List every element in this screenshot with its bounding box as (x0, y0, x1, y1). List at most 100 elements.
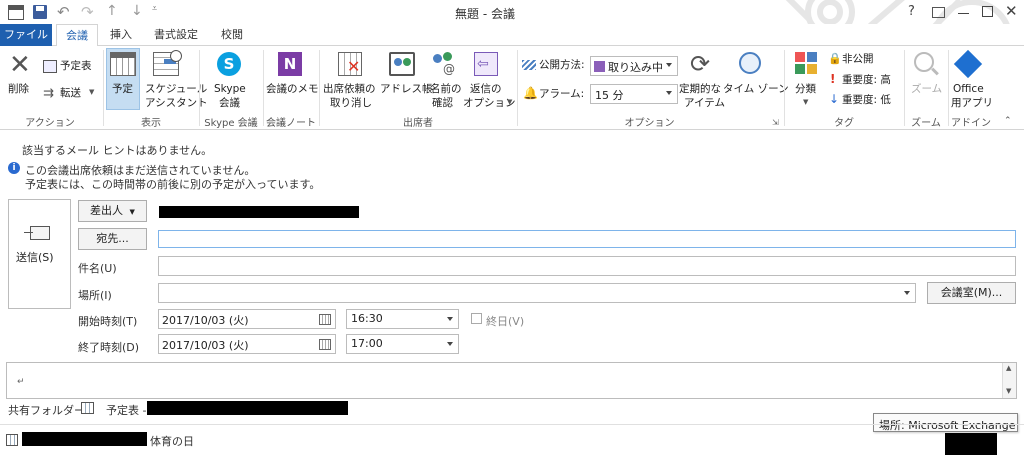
calendar-icon[interactable] (8, 5, 24, 20)
maximize-icon[interactable] (982, 6, 993, 17)
end-date-field[interactable]: 2017/10/03 (火) (158, 334, 336, 354)
calendar-icon (81, 402, 94, 414)
office-apps-label-2[interactable]: 用アプリ (951, 96, 993, 110)
tab-file[interactable]: ファイル (0, 24, 52, 46)
from-label: 差出人 (90, 204, 124, 217)
high-importance-button[interactable]: 重要度: 高 (842, 73, 891, 87)
redo-icon[interactable]: ↷ (81, 3, 94, 21)
calendar-search-icon[interactable] (43, 60, 57, 73)
onenote-icon[interactable]: N (278, 52, 302, 76)
tab-meeting[interactable]: 会議 (56, 24, 98, 47)
office-store-icon[interactable] (953, 49, 983, 79)
next-item-icon[interactable]: ↓ (131, 3, 143, 19)
scroll-down-icon[interactable]: ▼ (1006, 387, 1011, 395)
check-names-label-2[interactable]: 確認 (432, 96, 453, 110)
to-button[interactable]: 宛先... (78, 228, 147, 250)
send-label: 送信(S) (16, 251, 54, 264)
address-book-icon[interactable] (389, 52, 415, 76)
check-names-icon[interactable]: @ (431, 52, 457, 76)
start-time-field[interactable]: 16:30 (346, 309, 459, 329)
group-label-tags: タグ (834, 118, 854, 129)
delete-button[interactable]: 削除 (8, 82, 29, 96)
high-importance-icon: ! (830, 72, 836, 86)
start-date-value: 2017/10/03 (火) (162, 314, 249, 327)
show-as-icon (522, 60, 536, 70)
recurrence-label-2[interactable]: アイテム (684, 96, 725, 110)
help-button[interactable]: ? (908, 4, 915, 19)
ribbon-tabs: ファイル 会議 挿入 書式設定 校閲 (0, 24, 1024, 47)
scheduling-label-1[interactable]: スケジュール (145, 82, 207, 96)
tab-review[interactable]: 校閲 (212, 24, 252, 46)
show-as-label: 公開方法: (539, 59, 585, 71)
show-as-dropdown[interactable]: 取り込み中 (590, 56, 678, 76)
address-book-button[interactable]: アドレス帳 (380, 82, 433, 96)
ribbon-display-icon[interactable] (932, 7, 945, 18)
subject-field[interactable] (158, 256, 1016, 276)
recurrence-icon[interactable]: ⟳ (690, 52, 710, 76)
allday-checkbox[interactable] (471, 313, 482, 324)
chevron-down-icon (904, 291, 910, 295)
reminder-dropdown[interactable]: 15 分 (590, 84, 678, 104)
location-field[interactable] (158, 283, 916, 303)
rooms-button[interactable]: 会議室(M)... (927, 282, 1016, 304)
chevron-down-icon (447, 342, 453, 346)
recurrence-label-1[interactable]: 定期的な (679, 82, 721, 96)
collapse-ribbon-icon[interactable]: ⌃ (1004, 116, 1012, 126)
private-button[interactable]: 非公開 (842, 52, 874, 66)
group-label-skype: Skype 会議 (204, 118, 258, 129)
group-label-notes: 会議ノート (266, 118, 316, 129)
skype-meeting-label-2[interactable]: 会議 (219, 96, 240, 110)
date-picker-icon[interactable] (319, 339, 331, 350)
zoom-button[interactable]: ズーム (911, 82, 942, 96)
delete-icon[interactable]: ✕ (9, 52, 31, 78)
customize-qat-icon[interactable]: ⩡ (152, 4, 157, 14)
categorize-icon[interactable] (795, 52, 817, 74)
chevron-down-icon: ▼ (803, 98, 809, 106)
response-options-icon[interactable]: ⇦ (474, 52, 498, 76)
group-separator (103, 50, 104, 126)
minimize-icon[interactable] (958, 13, 969, 14)
cancel-invitation-label-2[interactable]: 取り消し (330, 96, 372, 110)
skype-meeting-label-1[interactable]: Skype (214, 82, 246, 96)
end-time-field[interactable]: 17:00 (346, 334, 459, 354)
lock-icon: 🔒 (828, 52, 842, 65)
reminder-value: 15 分 (595, 89, 624, 102)
shared-folder-label: 共有フォルダー (8, 404, 85, 417)
paragraph-mark: ↵ (17, 377, 25, 387)
tab-format[interactable]: 書式設定 (145, 24, 207, 46)
start-date-field[interactable]: 2017/10/03 (火) (158, 309, 336, 329)
calendar-icon (6, 434, 18, 446)
forward-icon[interactable]: ⇉ (43, 86, 54, 101)
undo-icon[interactable]: ↶ (57, 3, 70, 21)
low-importance-button[interactable]: 重要度: 低 (842, 93, 891, 107)
from-button[interactable]: 差出人 ▼ (78, 200, 147, 222)
date-picker-icon[interactable] (319, 314, 331, 325)
meeting-notes-button[interactable]: 会議のメモ (266, 82, 319, 96)
mail-tip-text: 該当するメール ヒントはありません。 (22, 144, 213, 157)
ribbon: ✕ 削除 予定表 ⇉ 転送 ▼ アクション 予定 スケジュール アシスタント 表… (0, 46, 1024, 130)
body-editor[interactable]: ↵ ▲ ▼ (6, 362, 1017, 399)
to-field[interactable] (158, 230, 1016, 248)
cancel-invitation-icon[interactable]: ✕ (338, 52, 362, 76)
check-names-label-1[interactable]: 名前の (430, 82, 462, 96)
cancel-invitation-label-1[interactable]: 出席依頼の (323, 82, 376, 96)
close-icon[interactable]: ✕ (1005, 2, 1018, 20)
redacted-footer-avatar (945, 433, 997, 455)
group-label-zoom: ズーム (911, 118, 941, 129)
forward-button[interactable]: 転送 (60, 86, 81, 100)
response-options-label-1[interactable]: 返信の (470, 82, 502, 96)
send-button[interactable]: 送信(S) (8, 199, 71, 309)
calendar-button[interactable]: 予定表 (60, 59, 92, 73)
previous-item-icon[interactable]: ↑ (106, 3, 118, 19)
calendar-folder-name[interactable]: 予定表 - (106, 402, 146, 418)
categorize-label[interactable]: 分類 (795, 82, 816, 96)
timezone-button[interactable]: タイム ゾーン (723, 82, 789, 96)
globe-icon[interactable] (739, 52, 761, 74)
scroll-up-icon[interactable]: ▲ (1006, 364, 1011, 372)
redacted-footer-date (22, 432, 147, 446)
office-apps-label-1[interactable]: Office (953, 82, 984, 96)
tab-insert[interactable]: 挿入 (102, 24, 140, 46)
scrollbar[interactable]: ▲ ▼ (1002, 363, 1016, 398)
save-icon[interactable] (33, 5, 47, 19)
skype-icon[interactable]: S (217, 52, 241, 76)
